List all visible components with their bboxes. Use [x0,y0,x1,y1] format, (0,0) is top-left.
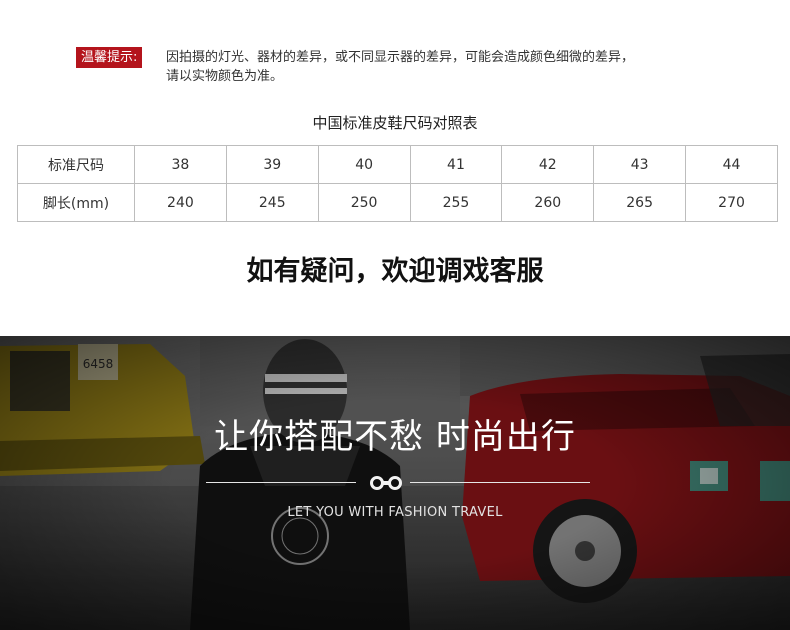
notice-line-2: 请以实物颜色为准。 [166,69,284,84]
table-cell: 245 [225,183,319,222]
table-cell: 39 [225,145,319,184]
table-cell: 43 [593,145,687,184]
table-cell: 255 [409,183,503,222]
banner-tagline: LET YOU WITH FASHION TRAVEL [287,505,503,520]
table-cell: 270 [685,183,778,222]
table-cell: 265 [593,183,687,222]
table-cell: 42 [501,145,595,184]
customer-service-banner: 如有疑问，欢迎调戏客服 [246,256,544,287]
slogan-divider-left [206,482,356,483]
slogan-divider-right [410,482,590,483]
size-chart-table: 标准尺码 38 39 40 41 42 43 44 脚长(mm) 240 245… [17,145,778,222]
row-header-standard-size: 标准尺码 [17,145,135,184]
row-header-foot-length: 脚长(mm) [17,183,135,222]
table-cell: 44 [685,145,778,184]
notice-text: 因拍摄的灯光、器材的差异，或不同显示器的差异，可能会造成颜色细微的差异， 请以实… [166,48,751,86]
table-cell: 38 [134,145,227,184]
banner-slogan: 让你搭配不愁 时尚出行 [214,417,576,457]
notice-line-1: 因拍摄的灯光、器材的差异，或不同显示器的差异，可能会造成颜色细微的差异， [166,50,635,65]
table-cell: 260 [501,183,595,222]
table-cell: 250 [317,183,411,222]
table-row: 脚长(mm) 240 245 250 255 260 265 270 [17,183,778,222]
table-row: 标准尺码 38 39 40 41 42 43 44 [17,145,778,184]
table-cell: 40 [317,145,411,184]
table-cell: 41 [409,145,503,184]
product-detail-page: 温馨提示: 因拍摄的灯光、器材的差异，或不同显示器的差异，可能会造成颜色细微的差… [0,0,790,630]
table-cell: 240 [134,183,227,222]
bow-ornament-icon [370,476,402,490]
notice-badge: 温馨提示: [76,47,143,68]
size-table-title: 中国标准皮鞋尺码对照表 [312,114,478,132]
